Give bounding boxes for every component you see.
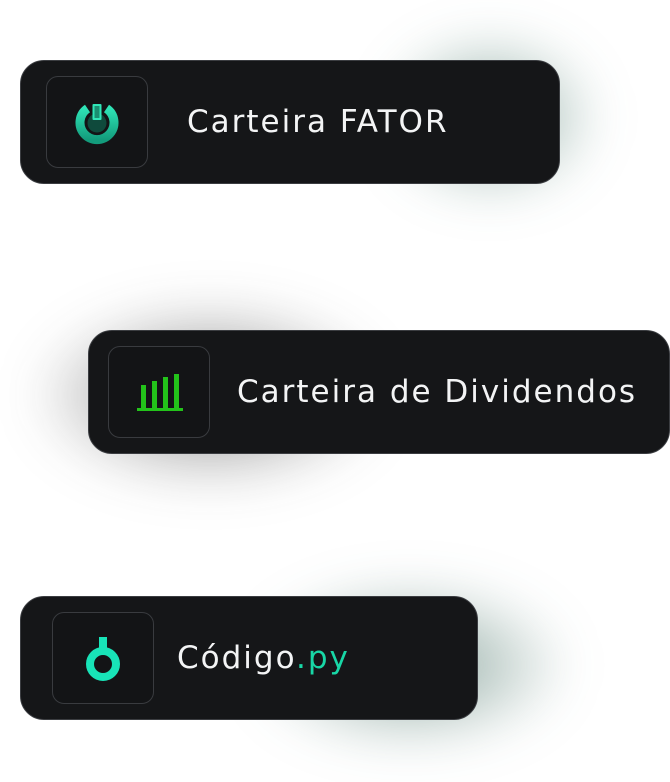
bar-chart-icon — [137, 374, 183, 411]
carteira-fator-card[interactable]: Carteira FATOR — [20, 60, 560, 184]
icon-tile — [52, 612, 154, 704]
icon-tile — [46, 76, 148, 168]
card-title: Carteira FATOR — [187, 104, 449, 140]
power-symbol-icon — [86, 637, 120, 681]
card-title: Carteira de Dividendos — [237, 374, 638, 410]
power-ring-icon — [75, 104, 119, 145]
card-title-extension: .py — [296, 640, 350, 676]
icon-tile — [108, 346, 210, 438]
card-title: Código.py — [177, 640, 350, 676]
card-title-main: Código — [177, 640, 297, 676]
codigo-py-card[interactable]: Código.py — [20, 596, 478, 720]
carteira-dividendos-card[interactable]: Carteira de Dividendos — [88, 330, 670, 454]
